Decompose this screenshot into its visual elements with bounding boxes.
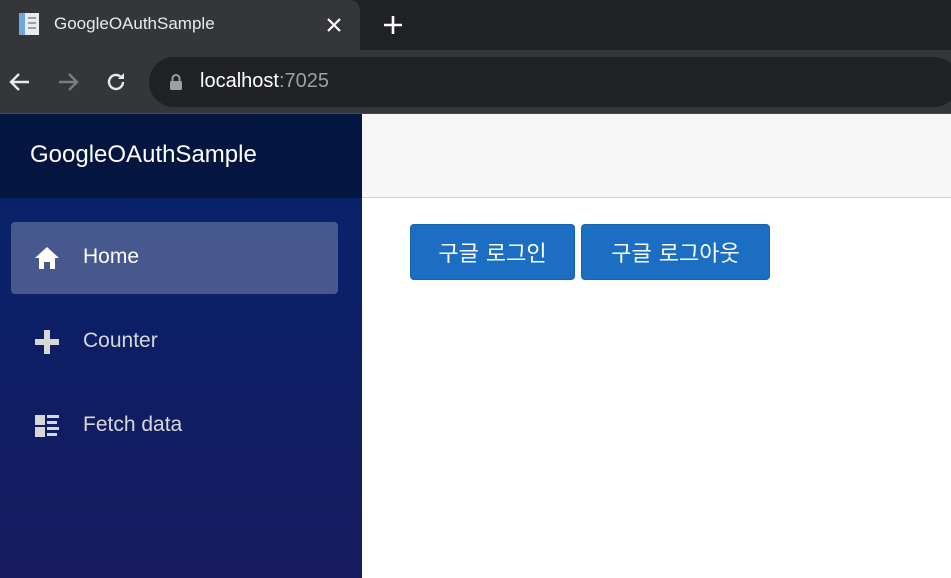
sidebar-item-label: Fetch data xyxy=(83,413,183,436)
url-text[interactable]: localhost:7025 xyxy=(200,70,329,93)
sidebar-item-label: Home xyxy=(83,245,140,268)
browser-tab-strip: GoogleOAuthSample xyxy=(0,0,951,50)
plus-icon xyxy=(35,330,59,354)
google-login-button[interactable]: 구글 로그인 xyxy=(410,224,575,280)
url-host: localhost xyxy=(200,70,279,92)
document-icon xyxy=(19,13,39,35)
browser-toolbar: localhost:7025 xyxy=(0,50,951,113)
brand-bar: GoogleOAuthSample xyxy=(0,114,362,198)
brand-link[interactable]: GoogleOAuthSample xyxy=(30,141,257,169)
top-row xyxy=(362,114,951,198)
arrow-right-icon xyxy=(59,73,79,91)
new-tab-button[interactable] xyxy=(378,10,408,40)
forward-button[interactable] xyxy=(53,67,83,97)
sidebar-item-fetch-data[interactable]: Fetch data xyxy=(11,390,338,462)
tab-title: GoogleOAuthSample xyxy=(54,14,215,33)
close-icon[interactable] xyxy=(322,13,346,37)
home-icon xyxy=(35,247,59,269)
sidebar-item-home[interactable]: Home xyxy=(11,222,338,294)
address-bar[interactable]: localhost:7025 xyxy=(149,57,951,107)
reload-icon xyxy=(107,73,125,91)
browser-tab[interactable]: GoogleOAuthSample xyxy=(0,0,360,50)
arrow-left-icon xyxy=(9,73,29,91)
lock-icon[interactable] xyxy=(169,73,183,91)
reload-button[interactable] xyxy=(101,67,131,97)
sidebar-item-label: Counter xyxy=(83,329,158,352)
back-button[interactable] xyxy=(5,67,35,97)
list-icon xyxy=(35,415,59,437)
sidebar: GoogleOAuthSample Home Counter Fetch dat… xyxy=(0,114,362,578)
url-port: :7025 xyxy=(278,70,329,92)
plus-icon xyxy=(384,16,402,34)
sidebar-item-counter[interactable]: Counter xyxy=(11,306,338,378)
google-logout-button[interactable]: 구글 로그아웃 xyxy=(581,224,770,280)
